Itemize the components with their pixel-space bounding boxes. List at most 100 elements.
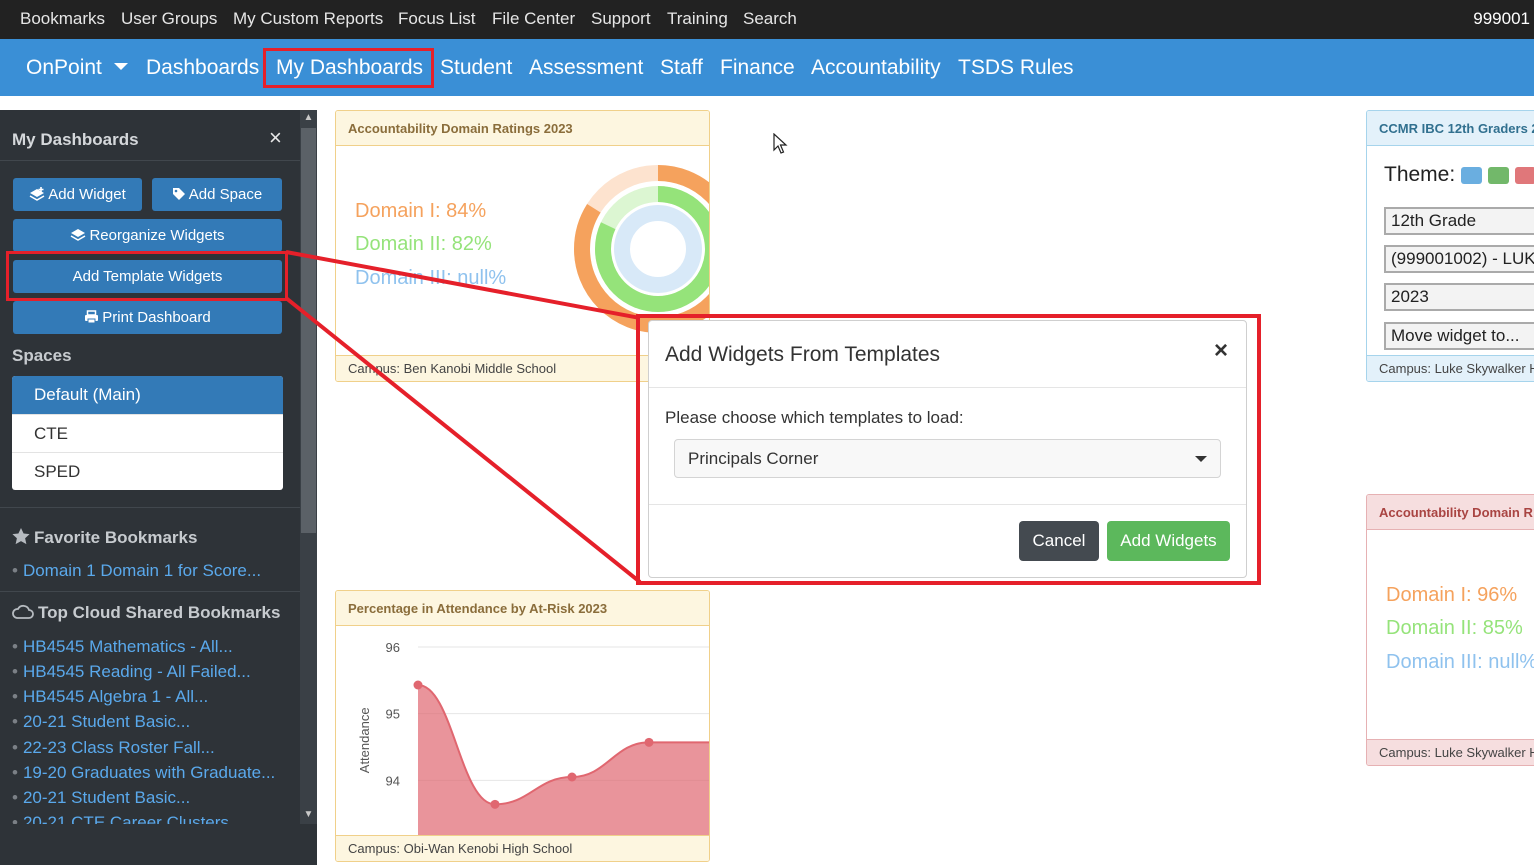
widget-footer: Campus: Luke Skywalker H xyxy=(1367,739,1534,765)
nav-dashboards[interactable]: Dashboards xyxy=(146,39,259,96)
menu-training[interactable]: Training xyxy=(667,0,728,39)
layers-icon xyxy=(71,229,86,241)
nav-highlight-box xyxy=(263,48,434,88)
scroll-down-icon[interactable]: ▼ xyxy=(300,807,317,823)
nav-assessment[interactable]: Assessment xyxy=(529,39,643,96)
data-point xyxy=(490,799,500,809)
ccmr-widget: CCMR IBC 12th Graders 2 Theme: 12th Grad… xyxy=(1366,110,1534,382)
theme-swatch-red-icon[interactable] xyxy=(1515,167,1534,184)
shared-bookmark-link[interactable]: • HB4545 Mathematics - All... xyxy=(12,637,233,657)
move-widget-select[interactable]: Move widget to... xyxy=(1384,322,1534,350)
bookmark-label: Domain 1 Domain 1 for Score... xyxy=(22,561,262,580)
top-menu-bar: Bookmarks User Groups My Custom Reports … xyxy=(0,0,1534,39)
sidebar-close-icon[interactable]: × xyxy=(269,127,282,149)
reorganize-label: Reorganize Widgets xyxy=(89,227,225,244)
space-item-default[interactable]: Default (Main) xyxy=(12,376,283,414)
nav-student[interactable]: Student xyxy=(440,39,512,96)
domain-1-value: Domain I: 84% xyxy=(355,200,487,222)
space-item-cte[interactable]: CTE xyxy=(12,414,283,452)
favorite-bookmark-link[interactable]: • Domain 1 Domain 1 for Score... xyxy=(12,561,261,581)
mouse-cursor-icon xyxy=(773,133,788,154)
domain-ratings-widget-2: Accountability Domain R Domain I: 96% Do… xyxy=(1366,494,1534,766)
printer-icon xyxy=(85,310,99,324)
attendance-widget: Percentage in Attendance by At-Risk 2023… xyxy=(335,590,710,862)
data-point xyxy=(567,772,577,782)
menu-my-custom-reports[interactable]: My Custom Reports xyxy=(233,0,383,39)
year-select[interactable]: 2023 xyxy=(1384,283,1534,311)
menu-support[interactable]: Support xyxy=(591,0,651,39)
bookmark-label: 20-21 Student Basic... xyxy=(22,788,191,807)
nav-brand-onpoint[interactable]: OnPoint xyxy=(26,39,128,96)
widget-title[interactable]: Accountability Domain R xyxy=(1367,495,1534,530)
shared-bookmark-link[interactable]: • 20-21 CTE Career Clusters... xyxy=(12,813,243,824)
grade-select[interactable]: 12th Grade xyxy=(1384,207,1534,235)
widget-title[interactable]: Percentage in Attendance by At-Risk 2023 xyxy=(336,591,709,626)
favorite-bookmarks-heading: Favorite Bookmarks xyxy=(12,528,197,548)
modal-highlight-box xyxy=(636,314,1261,585)
theme-label: Theme: xyxy=(1384,163,1456,186)
menu-search[interactable]: Search xyxy=(743,0,797,39)
attendance-area-chart: 96 95 94 Attendance xyxy=(357,640,709,837)
shared-bookmark-link[interactable]: • 22-23 Class Roster Fall... xyxy=(12,738,215,758)
campus-select[interactable]: (999001002) - LUK xyxy=(1384,245,1534,273)
theme-swatch-blue-icon[interactable] xyxy=(1461,167,1482,184)
bookmark-label: 20-21 CTE Career Clusters... xyxy=(22,813,244,824)
y-tick-label: 95 xyxy=(386,707,400,722)
tag-icon xyxy=(172,188,185,200)
domain-2-value: Domain II: 85% xyxy=(1386,617,1523,639)
shared-bookmark-link[interactable]: • 19-20 Graduates with Graduate... xyxy=(12,763,275,783)
user-id[interactable]: 999001 xyxy=(1473,0,1530,39)
add-space-label: Add Space xyxy=(188,186,263,203)
y-tick-label: 94 xyxy=(386,773,400,788)
star-icon xyxy=(12,528,30,545)
template-button-highlight-box xyxy=(6,251,288,301)
data-point xyxy=(644,737,654,747)
shared-bookmarks-label: Top Cloud Shared Bookmarks xyxy=(38,603,281,622)
divider xyxy=(0,507,300,508)
divider xyxy=(0,591,300,592)
nav-tsds-rules[interactable]: TSDS Rules xyxy=(958,39,1074,96)
add-space-button[interactable]: Add Space xyxy=(152,178,282,211)
cloud-icon xyxy=(12,604,34,619)
domain-3-value: Domain III: null% xyxy=(355,267,507,289)
shared-bookmark-link[interactable]: • 20-21 Student Basic... xyxy=(12,712,190,732)
nav-finance[interactable]: Finance xyxy=(720,39,795,96)
shared-bookmarks-heading: Top Cloud Shared Bookmarks xyxy=(12,603,280,623)
print-dashboard-button[interactable]: Print Dashboard xyxy=(13,301,282,334)
bookmark-label: 19-20 Graduates with Graduate... xyxy=(22,763,276,782)
layers-plus-icon xyxy=(29,187,45,201)
sidebar: My Dashboards × Add Widget Add Space Reo… xyxy=(0,110,317,865)
widget-footer: Campus: Obi-Wan Kenobi High School xyxy=(336,835,709,861)
shared-bookmark-link[interactable]: • HB4545 Algebra 1 - All... xyxy=(12,687,208,707)
widget-title[interactable]: Accountability Domain Ratings 2023 xyxy=(336,111,709,146)
scrollbar-thumb[interactable] xyxy=(301,128,316,533)
theme-swatch-green-icon[interactable] xyxy=(1488,167,1509,184)
sidebar-content: My Dashboards × Add Widget Add Space Reo… xyxy=(0,110,300,824)
widget-footer: Campus: Luke Skywalker H xyxy=(1367,355,1534,381)
add-widget-label: Add Widget xyxy=(48,186,126,203)
sidebar-scrollbar[interactable]: ▲ ▼ xyxy=(300,110,317,824)
menu-user-groups[interactable]: User Groups xyxy=(121,0,217,39)
reorganize-widgets-button[interactable]: Reorganize Widgets xyxy=(13,219,282,252)
bookmark-label: HB4545 Mathematics - All... xyxy=(22,637,233,656)
shared-bookmark-link[interactable]: • 20-21 Student Basic... xyxy=(12,788,190,808)
ring-domain-3 xyxy=(614,205,702,293)
y-tick-label: 96 xyxy=(386,640,400,655)
widget-title[interactable]: CCMR IBC 12th Graders 2 xyxy=(1367,111,1534,146)
shared-bookmark-link[interactable]: • HB4545 Reading - All Failed... xyxy=(12,662,251,682)
scroll-up-icon[interactable]: ▲ xyxy=(300,110,317,126)
sidebar-title: My Dashboards xyxy=(12,130,139,149)
domain-1-value: Domain I: 96% xyxy=(1386,584,1518,606)
add-widget-button[interactable]: Add Widget xyxy=(13,178,142,211)
menu-file-center[interactable]: File Center xyxy=(492,0,575,39)
space-item-sped[interactable]: SPED xyxy=(12,452,283,490)
favorite-bookmarks-label: Favorite Bookmarks xyxy=(34,528,198,547)
main-nav-bar: OnPoint Dashboards My Dashboards Student… xyxy=(0,39,1534,96)
data-point xyxy=(413,680,423,690)
nav-accountability[interactable]: Accountability xyxy=(811,39,941,96)
menu-bookmarks[interactable]: Bookmarks xyxy=(20,0,105,39)
bookmark-label: HB4545 Reading - All Failed... xyxy=(22,662,251,681)
domain-3-value: Domain III: null% xyxy=(1386,651,1534,673)
nav-staff[interactable]: Staff xyxy=(660,39,703,96)
menu-focus-list[interactable]: Focus List xyxy=(398,0,475,39)
